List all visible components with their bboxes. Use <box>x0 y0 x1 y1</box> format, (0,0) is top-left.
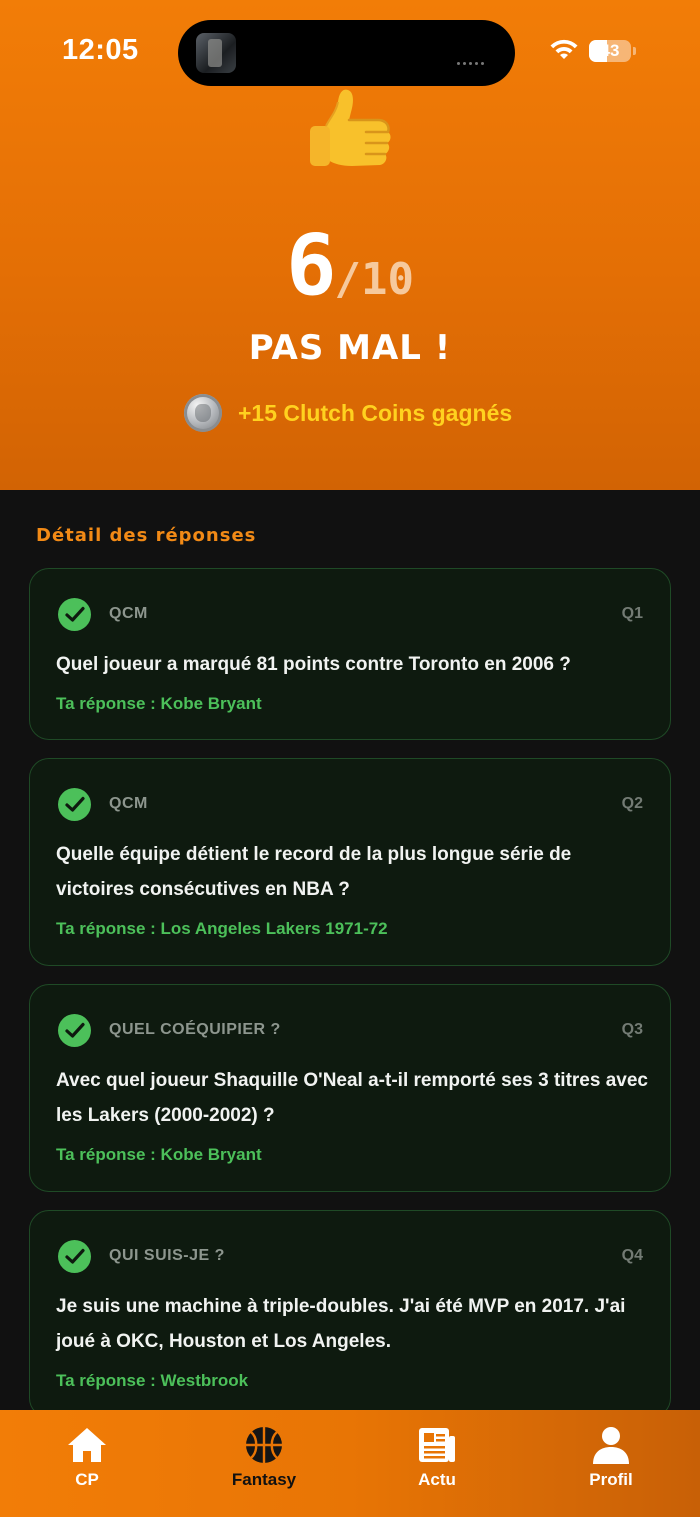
score-display: 6/10 <box>0 216 700 314</box>
status-time: 12:05 <box>62 34 139 66</box>
bottom-tab-bar: CP Fantasy Actu Profil <box>0 1410 700 1517</box>
user-answer: Ta réponse : Kobe Bryant <box>56 694 262 713</box>
question-type: QUI SUIS-JE ? <box>109 1247 225 1264</box>
question-text: Je suis une machine à triple-doubles. J'… <box>56 1296 626 1352</box>
dynamic-island[interactable] <box>178 20 515 86</box>
tab-label: CP <box>75 1470 99 1489</box>
tab-label: Fantasy <box>231 1470 297 1489</box>
answer-card: QCM Q1 Quel joueur a marqué 81 points co… <box>29 568 671 740</box>
tab-profil[interactable]: Profil <box>551 1410 671 1517</box>
question-text: Quel joueur a marqué 81 points contre To… <box>56 654 571 675</box>
battery-cap <box>633 47 636 55</box>
answer-card: QUI SUIS-JE ? Q4 Je suis une machine à t… <box>29 1210 671 1418</box>
user-answer: Ta réponse : Westbrook <box>56 1371 249 1390</box>
newspaper-icon <box>419 1428 455 1462</box>
score-total: /10 <box>334 254 415 305</box>
result-verdict: PAS MAL ! <box>248 328 452 368</box>
check-circle-icon <box>58 788 91 821</box>
tab-cp[interactable]: CP <box>27 1410 147 1517</box>
tab-label: Actu <box>418 1470 456 1489</box>
tab-fantasy[interactable]: Fantasy <box>204 1410 324 1517</box>
question-number: Q3 <box>621 1021 643 1038</box>
wifi-icon <box>550 39 578 59</box>
tab-label: Profil <box>589 1470 633 1489</box>
question-text: Avec quel joueur Shaquille O'Neal a-t-il… <box>56 1070 648 1126</box>
home-icon <box>68 1428 106 1462</box>
clutch-coin-icon <box>184 394 222 432</box>
check-circle-icon <box>58 1014 91 1047</box>
question-number: Q4 <box>621 1247 643 1264</box>
check-circle-icon <box>58 1240 91 1273</box>
reward-text: +15 Clutch Coins gagnés <box>238 399 513 426</box>
user-answer: Ta réponse : Los Angeles Lakers 1971-72 <box>56 919 388 938</box>
audio-waveform-icon <box>457 50 497 65</box>
score-value: 6 <box>285 216 337 314</box>
battery-icon: 43 <box>589 40 631 62</box>
question-type: QUEL COÉQUIPIER ? <box>109 1021 281 1038</box>
person-icon <box>593 1427 629 1464</box>
question-text: Quelle équipe détient le record de la pl… <box>56 844 572 900</box>
thumbs-up-icon <box>310 89 391 166</box>
question-type: QCM <box>109 795 148 812</box>
section-title: Détail des réponses <box>36 525 257 546</box>
question-type: QCM <box>109 605 148 622</box>
answer-card: QUEL COÉQUIPIER ? Q3 Avec quel joueur Sh… <box>29 984 671 1192</box>
user-answer: Ta réponse : Kobe Bryant <box>56 1145 262 1164</box>
question-number: Q2 <box>621 795 643 812</box>
battery-level: 43 <box>600 41 620 60</box>
result-header: 12:05 43 6/10 PAS MAL ! +15 Clutch Coins… <box>0 0 700 490</box>
coins-reward: +15 Clutch Coins gagnés <box>184 393 512 433</box>
question-number: Q1 <box>621 605 643 622</box>
basketball-icon <box>246 1427 282 1463</box>
answer-card: QCM Q2 Quelle équipe détient le record d… <box>29 758 671 966</box>
check-circle-icon <box>58 598 91 631</box>
tab-actu[interactable]: Actu <box>377 1410 497 1517</box>
now-playing-thumbnail <box>196 33 236 73</box>
